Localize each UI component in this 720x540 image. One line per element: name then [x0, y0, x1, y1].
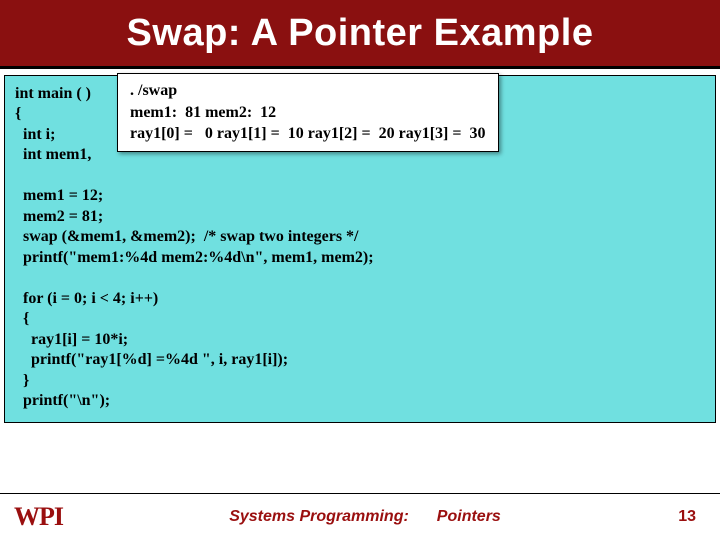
- slide: Swap: A Pointer Example int main ( ) { i…: [0, 0, 720, 540]
- footer-label-left: Systems Programming:: [229, 508, 409, 526]
- title-bar: Swap: A Pointer Example: [0, 0, 720, 69]
- footer-center: Systems Programming: Pointers: [94, 508, 636, 526]
- footer-label-right: Pointers: [437, 508, 501, 526]
- logo: WPI: [14, 502, 94, 532]
- page-number: 13: [636, 508, 720, 526]
- logo-text: WPI: [14, 504, 63, 530]
- slide-title: Swap: A Pointer Example: [127, 12, 594, 55]
- content-area: int main ( ) { int i; int mem1, mem1 = 1…: [4, 75, 716, 488]
- footer: WPI Systems Programming: Pointers 13: [0, 493, 720, 540]
- program-output: . /swap mem1: 81 mem2: 12 ray1[0] = 0 ra…: [117, 73, 499, 152]
